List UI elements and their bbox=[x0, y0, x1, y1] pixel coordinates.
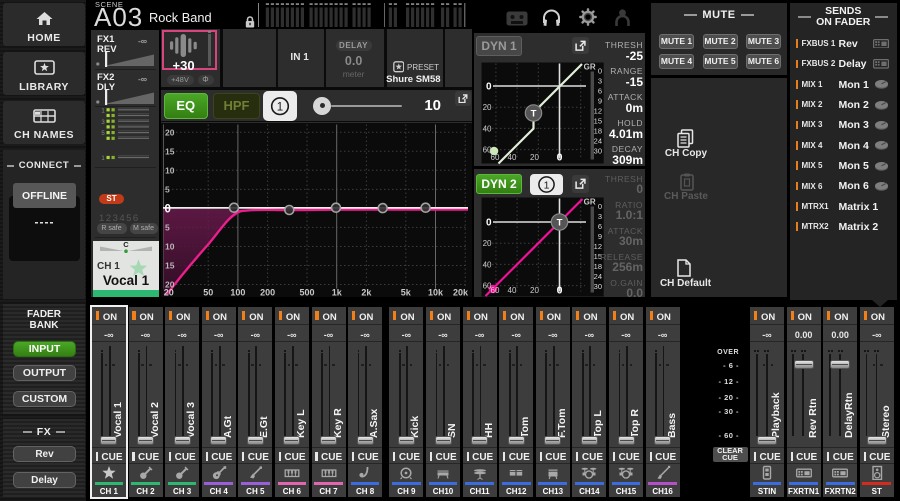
svg-text:T: T bbox=[531, 108, 537, 119]
svg-text:20: 20 bbox=[530, 153, 539, 162]
svg-text:60: 60 bbox=[491, 286, 500, 295]
svg-text:60: 60 bbox=[491, 153, 500, 162]
svg-text:40: 40 bbox=[483, 124, 492, 133]
svg-text:20: 20 bbox=[483, 103, 492, 112]
svg-text:40: 40 bbox=[483, 260, 492, 269]
svg-text:40: 40 bbox=[508, 153, 517, 162]
svg-text:20: 20 bbox=[483, 239, 492, 248]
svg-text:40: 40 bbox=[508, 286, 517, 295]
svg-text:0: 0 bbox=[486, 82, 492, 93]
svg-text:20: 20 bbox=[530, 286, 539, 295]
svg-text:0: 0 bbox=[486, 218, 492, 229]
